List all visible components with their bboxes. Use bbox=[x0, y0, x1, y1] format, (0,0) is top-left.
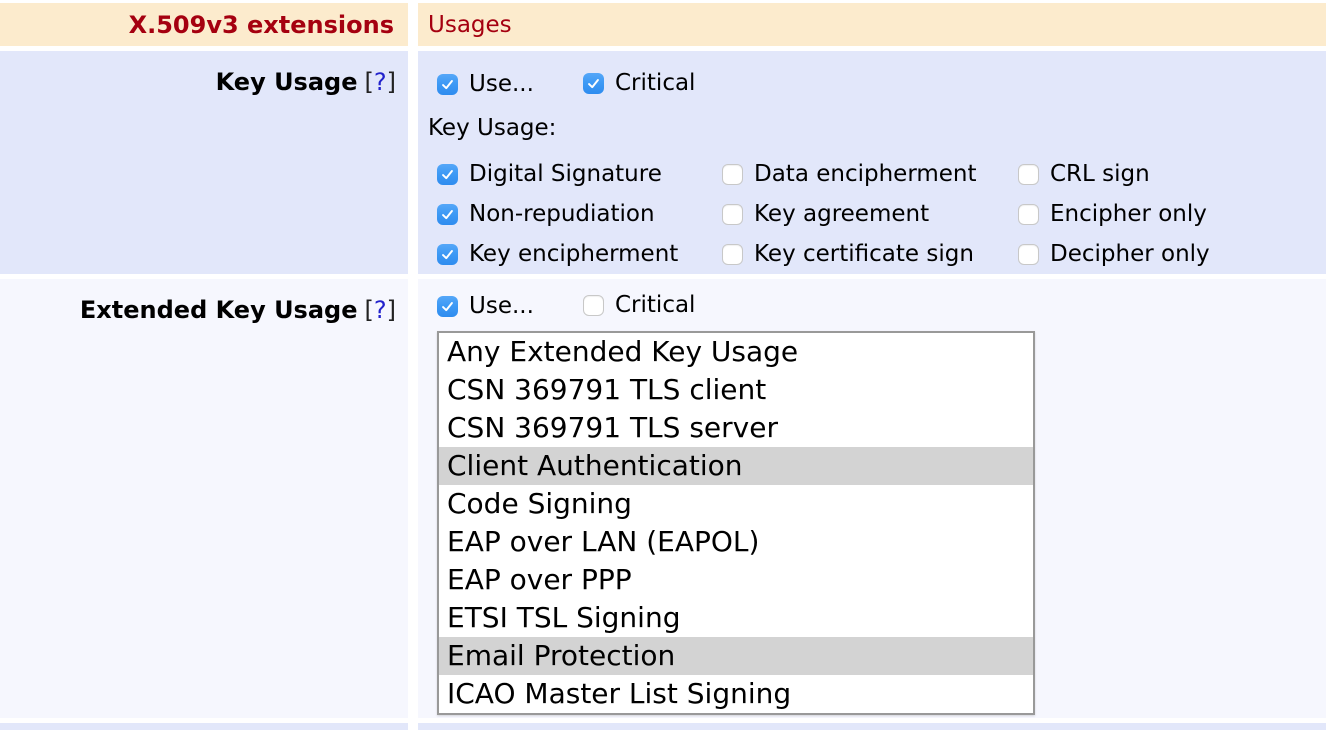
help-question-link[interactable]: ? bbox=[374, 296, 387, 324]
key-usage-group-label: Key Usage: bbox=[428, 115, 1326, 141]
key-usage-use-slot: Use... bbox=[437, 71, 583, 97]
checkbox-item: Decipher only bbox=[1018, 241, 1326, 267]
checkmark-icon bbox=[439, 298, 456, 315]
option-csn-369791-tls-client[interactable]: CSN 369791 TLS client bbox=[439, 371, 1033, 409]
extended-key-usage-listbox[interactable]: Any Extended Key UsageCSN 369791 TLS cli… bbox=[437, 331, 1035, 715]
option-email-protection[interactable]: Email Protection bbox=[439, 637, 1033, 675]
checkbox-label: Key certificate sign bbox=[754, 241, 974, 267]
bracket: ] bbox=[387, 68, 396, 96]
checkbox-item: Key certificate sign bbox=[722, 241, 1018, 267]
checkbox-item: Use... bbox=[437, 293, 534, 319]
checkbox-label: Encipher only bbox=[1050, 201, 1207, 227]
checkmark-icon bbox=[585, 75, 602, 92]
checkbox-item: Key agreement bbox=[722, 201, 1018, 227]
checkbox-item: Critical bbox=[583, 70, 695, 96]
key-usage-label-cell: Key Usage [?] bbox=[0, 51, 408, 274]
section-title: X.509v3 extensions bbox=[0, 3, 408, 46]
checkbox-label: Use... bbox=[469, 293, 534, 319]
checkmark-icon bbox=[439, 246, 456, 263]
extended-key-usage-row: Extended Key Usage [?] Use... Critical A… bbox=[0, 279, 1326, 718]
option-code-signing[interactable]: Code Signing bbox=[439, 485, 1033, 523]
next-row-strip bbox=[0, 723, 1326, 730]
option-etsi-tsl-signing[interactable]: ETSI TSL Signing bbox=[439, 599, 1033, 637]
key-agreement-checkbox[interactable] bbox=[722, 204, 743, 225]
checkbox-label: Key agreement bbox=[754, 201, 929, 227]
checkmark-icon bbox=[439, 206, 456, 223]
key-certificate-sign-checkbox[interactable] bbox=[722, 244, 743, 265]
non-repudiation-checkbox[interactable] bbox=[437, 204, 458, 225]
option-any-extended-key-usage[interactable]: Any Extended Key Usage bbox=[439, 333, 1033, 371]
bracket: [ bbox=[365, 296, 374, 324]
data-encipherment-checkbox[interactable] bbox=[722, 164, 743, 185]
checkbox-item: Encipher only bbox=[1018, 201, 1326, 227]
checkbox-item: Digital Signature bbox=[437, 161, 722, 187]
checkbox-label: Decipher only bbox=[1050, 241, 1210, 267]
key-usage-help-link[interactable]: [?] bbox=[365, 69, 397, 95]
extended-key-usage-critical-slot: Critical bbox=[583, 292, 695, 320]
key-usage-label: Key Usage bbox=[216, 69, 358, 95]
help-question-link[interactable]: ? bbox=[374, 68, 387, 96]
checkbox-item: Key encipherment bbox=[437, 241, 722, 267]
encipher-only-checkbox[interactable] bbox=[1018, 204, 1039, 225]
header-row: X.509v3 extensions Usages bbox=[0, 3, 1326, 46]
digital-signature-checkbox[interactable] bbox=[437, 164, 458, 185]
key-encipherment-checkbox[interactable] bbox=[437, 244, 458, 265]
use-checkbox[interactable] bbox=[437, 74, 458, 95]
option-eap-over-ppp[interactable]: EAP over PPP bbox=[439, 561, 1033, 599]
decipher-only-checkbox[interactable] bbox=[1018, 244, 1039, 265]
checkmark-icon bbox=[439, 166, 456, 183]
checkbox-label: Key encipherment bbox=[469, 241, 678, 267]
checkbox-label: CRL sign bbox=[1050, 161, 1150, 187]
extended-key-usage-use-line: Use... Critical bbox=[437, 295, 1326, 317]
key-usage-row: Key Usage [?] Use... Critical Key Usage: bbox=[0, 51, 1326, 274]
key-usage-use-line: Use... Critical bbox=[437, 73, 1326, 95]
checkbox-item: Use... bbox=[437, 71, 534, 97]
checkbox-item: Non-repudiation bbox=[437, 201, 722, 227]
extended-key-usage-content-cell: Use... Critical Any Extended Key UsageCS… bbox=[418, 279, 1326, 718]
option-eap-over-lan-eapol[interactable]: EAP over LAN (EAPOL) bbox=[439, 523, 1033, 561]
checkbox-item: CRL sign bbox=[1018, 161, 1326, 187]
checkbox-label: Critical bbox=[615, 70, 695, 96]
option-client-authentication[interactable]: Client Authentication bbox=[439, 447, 1033, 485]
key-usage-content-cell: Use... Critical Key Usage: Digital Signa… bbox=[418, 51, 1326, 274]
checkmark-icon bbox=[439, 76, 456, 93]
next-row-strip-right bbox=[418, 723, 1326, 730]
extensions-form: X.509v3 extensions Usages Key Usage [?] … bbox=[0, 0, 1326, 730]
option-icao-master-list-signing[interactable]: ICAO Master List Signing bbox=[439, 675, 1033, 713]
key-usage-checkbox-grid: Digital Signature Non-repudiation Key en… bbox=[437, 154, 1326, 274]
checkbox-label: Data encipherment bbox=[754, 161, 977, 187]
bracket: [ bbox=[365, 68, 374, 96]
checkbox-item: Critical bbox=[583, 292, 695, 318]
bracket: ] bbox=[387, 296, 396, 324]
next-row-strip-left bbox=[0, 723, 408, 730]
option-csn-369791-tls-server[interactable]: CSN 369791 TLS server bbox=[439, 409, 1033, 447]
critical-checkbox[interactable] bbox=[583, 295, 604, 316]
checkbox-label: Non-repudiation bbox=[469, 201, 655, 227]
critical-checkbox[interactable] bbox=[583, 73, 604, 94]
checkbox-label: Use... bbox=[469, 71, 534, 97]
extended-key-usage-help-link[interactable]: [?] bbox=[365, 297, 397, 323]
extended-key-usage-label-cell: Extended Key Usage [?] bbox=[0, 279, 408, 718]
checkbox-label: Critical bbox=[615, 292, 695, 318]
crl-sign-checkbox[interactable] bbox=[1018, 164, 1039, 185]
checkbox-item: Data encipherment bbox=[722, 161, 1018, 187]
key-usage-critical-slot: Critical bbox=[583, 70, 695, 98]
usages-column-header: Usages bbox=[418, 3, 1326, 46]
checkbox-label: Digital Signature bbox=[469, 161, 662, 187]
use-checkbox[interactable] bbox=[437, 296, 458, 317]
extended-key-usage-use-slot: Use... bbox=[437, 293, 583, 319]
extended-key-usage-label: Extended Key Usage bbox=[80, 297, 358, 323]
